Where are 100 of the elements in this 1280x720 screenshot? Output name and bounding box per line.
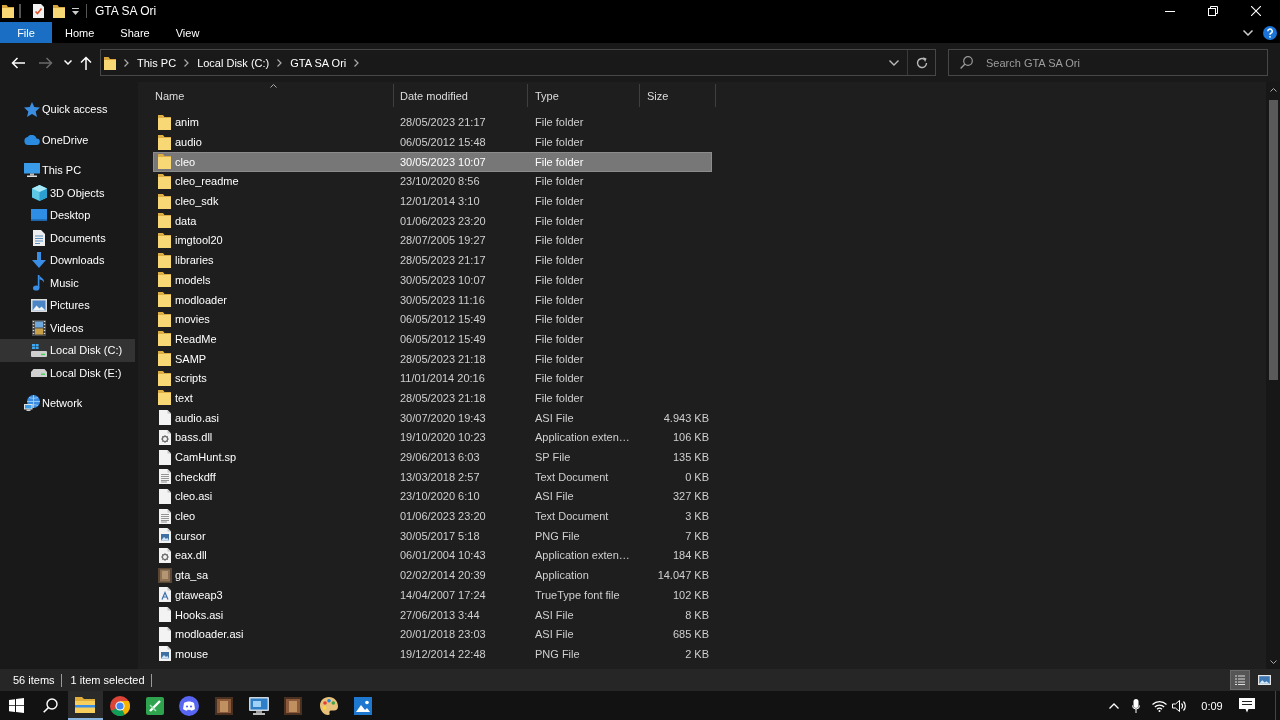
file-row[interactable]: movies 06/05/2012 15:49 File folder: [153, 309, 712, 330]
date-modified: 19/12/2014 22:48: [400, 647, 486, 660]
folder-icon: [158, 154, 171, 170]
nav-item[interactable]: 3D Objects: [0, 181, 135, 204]
clock[interactable]: 0:09: [1196, 699, 1228, 712]
file-row[interactable]: eax.dll 06/01/2004 10:43 Application exten… 184 KB: [153, 545, 712, 566]
file-row[interactable]: gtaweap3 14/04/2007 17:24 TrueType font file 102 KB: [153, 585, 712, 605]
search-field[interactable]: Search GTA SA Ori: [948, 49, 1268, 76]
file-row[interactable]: data 01/06/2023 23:20 File folder: [153, 210, 712, 231]
up-arrow-icon[interactable]: [80, 55, 92, 70]
breadcrumb[interactable]: This PC: [137, 56, 177, 69]
chevron-right-icon[interactable]: [184, 58, 190, 67]
nav-item[interactable]: OneDrive: [0, 128, 135, 151]
chevron-right-icon[interactable]: [124, 58, 129, 67]
taskbar-button[interactable]: [68, 691, 103, 720]
windows-logo-icon[interactable]: [9, 698, 24, 713]
details-view-button[interactable]: [1230, 670, 1250, 690]
speaker-icon[interactable]: [1172, 699, 1188, 712]
file-size: 184 KB: [672, 549, 709, 562]
file-row[interactable]: cursor 30/05/2017 5:18 PNG File 7 KB: [153, 525, 712, 546]
folder-icon: [158, 331, 171, 347]
scroll-up-icon[interactable]: [1269, 88, 1277, 92]
chevron-down-icon[interactable]: [889, 59, 899, 66]
file-row[interactable]: Hooks.asi 27/06/2013 3:44 ASI File 8 KB: [153, 604, 712, 625]
address-bar[interactable]: This PC Local Disk (C:) GTA SA Ori: [100, 49, 936, 76]
file-row[interactable]: bass.dll 19/10/2020 10:23 Application exten… 106 KB: [153, 427, 712, 448]
column-header[interactable]: Name: [153, 84, 394, 107]
notification-icon[interactable]: [1239, 698, 1255, 713]
chevron-up-icon[interactable]: [1109, 702, 1119, 709]
chevron-right-icon[interactable]: [277, 58, 283, 67]
file-row[interactable]: mouse 19/12/2014 22:48 PNG File 2 KB: [153, 644, 712, 664]
nav-item[interactable]: Local Disk (C:): [0, 339, 135, 362]
column-header[interactable]: Type: [528, 84, 640, 107]
file-name: models: [175, 273, 211, 286]
chevron-right-icon[interactable]: [354, 58, 360, 67]
file-row[interactable]: modloader.asi 20/01/2018 23:03 ASI File 685 KB: [153, 624, 712, 645]
font-page-icon: [158, 587, 171, 603]
date-modified: 30/05/2023 10:07: [400, 155, 486, 168]
file-row[interactable]: imgtool20 28/07/2005 19:27 File folder: [153, 230, 712, 251]
nav-item[interactable]: Videos: [0, 316, 135, 339]
back-arrow-icon[interactable]: [11, 56, 25, 69]
file-size: 2 KB: [685, 647, 709, 660]
nav-item[interactable]: Pictures: [0, 294, 135, 317]
breadcrumb[interactable]: GTA SA Ori: [290, 56, 347, 69]
nav-item[interactable]: Downloads: [0, 249, 135, 272]
file-row[interactable]: cleo.asi 23/10/2020 6:10 ASI File 327 KB: [153, 486, 712, 507]
file-name: mouse: [175, 647, 209, 660]
folder-icon: [158, 390, 171, 406]
refresh-icon[interactable]: [915, 56, 928, 69]
nav-item[interactable]: Documents: [0, 226, 135, 249]
file-row[interactable]: anim 28/05/2023 21:17 File folder: [153, 112, 712, 133]
file-row[interactable]: cleo_sdk 12/01/2014 3:10 File folder: [153, 191, 712, 211]
folder-icon[interactable]: [2, 4, 14, 18]
file-row[interactable]: cleo 01/06/2023 23:20 Text Document 3 KB: [153, 506, 712, 526]
nav-item[interactable]: Music: [0, 271, 135, 294]
ribbon-tab[interactable]: View: [162, 22, 213, 43]
nav-item[interactable]: This PC: [0, 159, 135, 182]
sort-caret-icon: [269, 84, 277, 88]
file-row[interactable]: modloader 30/05/2023 11:16 File folder: [153, 289, 712, 310]
nav-item[interactable]: Desktop: [0, 204, 135, 227]
file-row[interactable]: CamHunt.sp 29/06/2013 6:03 SP File 135 KB: [153, 447, 712, 467]
file-row[interactable]: models 30/05/2023 10:07 File folder: [153, 270, 712, 290]
chevron-down-icon[interactable]: [1243, 29, 1253, 36]
file-row[interactable]: cleo_readme 23/10/2020 8:56 File folder: [153, 171, 712, 192]
checked-page-icon[interactable]: [33, 4, 44, 18]
nav-item[interactable]: Network: [0, 392, 135, 415]
help-icon[interactable]: [1263, 25, 1277, 40]
breadcrumb[interactable]: Local Disk (C:): [197, 56, 270, 69]
ribbon-tab[interactable]: Share: [107, 22, 163, 43]
caret-down-icon[interactable]: [72, 7, 79, 15]
nav-item[interactable]: Quick access: [0, 98, 135, 121]
folder-icon[interactable]: [53, 4, 65, 18]
file-row[interactable]: audio 06/05/2012 15:48 File folder: [153, 132, 712, 152]
file-row[interactable]: text 28/05/2023 21:18 File folder: [153, 388, 712, 408]
date-modified: 27/06/2013 3:44: [400, 608, 480, 621]
file-row[interactable]: cleo 30/05/2023 10:07 File folder: [153, 151, 712, 172]
file-menu-button[interactable]: File: [0, 22, 52, 43]
folder-icon: [75, 696, 96, 713]
file-type: File folder: [535, 234, 584, 247]
microphone-icon[interactable]: [1132, 698, 1140, 713]
file-row[interactable]: SAMP 28/05/2023 21:18 File folder: [153, 348, 712, 369]
ribbon-tab[interactable]: Home: [52, 22, 108, 43]
date-modified: 01/06/2023 23:20: [400, 214, 486, 227]
nav-item[interactable]: Local Disk (E:): [0, 361, 135, 384]
column-header[interactable]: Date modified: [394, 84, 528, 107]
search-icon: [960, 56, 973, 69]
scrollbar-thumb[interactable]: [1268, 100, 1278, 380]
search-icon[interactable]: [43, 698, 58, 713]
file-row[interactable]: audio.asi 30/07/2020 19:43 ASI File 4.943 KB: [153, 407, 712, 428]
wifi-icon[interactable]: [1151, 699, 1167, 712]
file-type: File folder: [535, 116, 584, 129]
file-name: CamHunt.sp: [175, 451, 237, 464]
file-row[interactable]: checkdff 13/03/2018 2:57 Text Document 0 KB: [153, 466, 712, 487]
file-row[interactable]: libraries 28/05/2023 21:17 File folder: [153, 250, 712, 270]
file-name: text: [175, 391, 193, 404]
file-row[interactable]: gta_sa 02/02/2014 20:39 Application 14.047 KB: [153, 565, 712, 585]
file-row[interactable]: scripts 11/01/2014 20:16 File folder: [153, 368, 712, 389]
scroll-down-icon[interactable]: [1269, 660, 1277, 664]
column-header[interactable]: Size: [640, 84, 716, 107]
file-row[interactable]: ReadMe 06/05/2012 15:49 File folder: [153, 329, 712, 349]
